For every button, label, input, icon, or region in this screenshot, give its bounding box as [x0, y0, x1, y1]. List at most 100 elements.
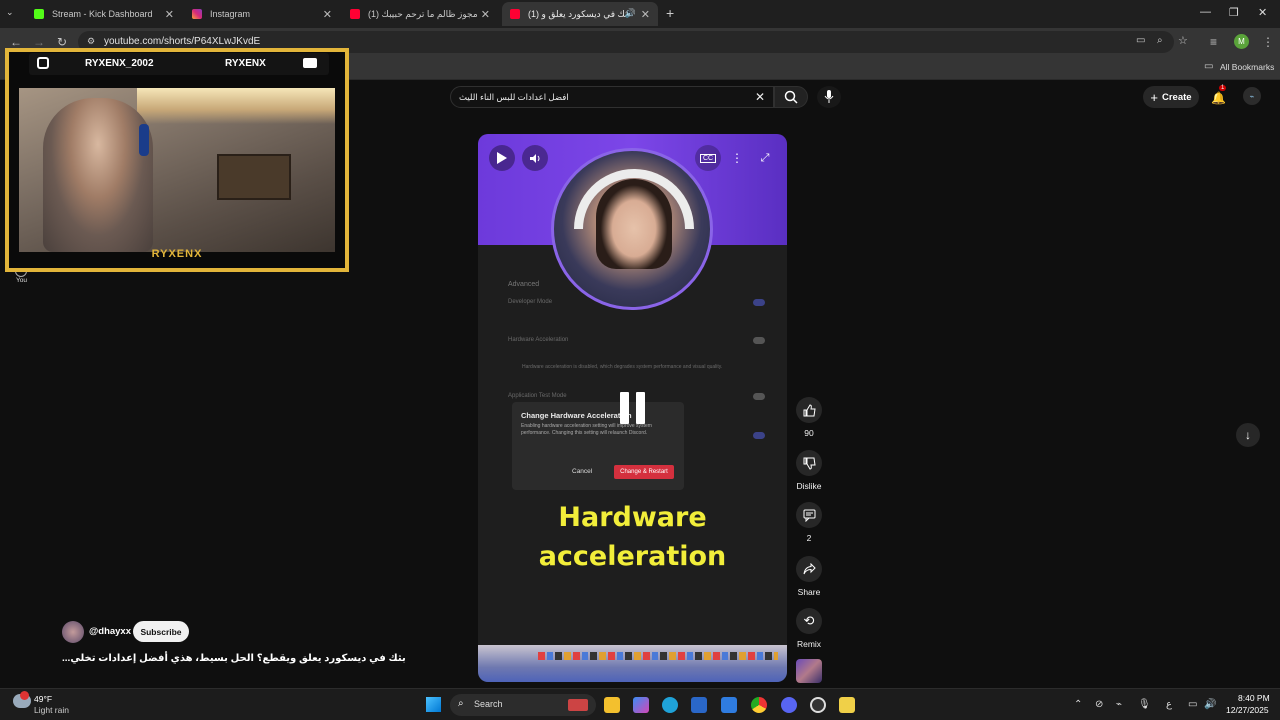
new-tab-button[interactable]: +	[666, 5, 674, 21]
back-icon[interactable]: ←	[10, 35, 22, 49]
tray-mic-icon[interactable]: 🎙	[1138, 699, 1151, 710]
cast-icon[interactable]: ▭	[1136, 35, 1145, 46]
comments-button[interactable]	[796, 502, 822, 528]
webcam-overlay: RYXENX_2002 RYXENX RYXENX	[5, 48, 349, 272]
tab-instagram[interactable]: Instagram ✕	[184, 2, 340, 26]
remix-icon: ⟲	[803, 613, 815, 628]
volume-button[interactable]	[522, 145, 548, 171]
notifications-button[interactable]: 🔔 1	[1211, 85, 1227, 107]
more-options-button[interactable]: ⋮	[724, 145, 750, 171]
account-avatar[interactable]: ⌁	[1243, 87, 1261, 105]
minimize-button[interactable]: —	[1200, 6, 1211, 18]
file-explorer-icon[interactable]	[604, 697, 620, 713]
youtube-icon	[303, 58, 317, 68]
network-icon[interactable]: ▭	[1188, 699, 1197, 710]
folder-icon: ▭	[1204, 61, 1214, 72]
share-button[interactable]	[796, 556, 822, 582]
close-window-button[interactable]: ✕	[1258, 6, 1267, 19]
tab-kick-dashboard[interactable]: Stream - Kick Dashboard ✕	[26, 2, 182, 26]
language-indicator[interactable]: ع	[1166, 699, 1172, 710]
taskbar-search[interactable]: ⌕ Search	[450, 694, 596, 716]
thumbs-down-icon	[803, 457, 816, 470]
search-input[interactable]: افضل اعدادات للبس الناء الليث ✕	[450, 86, 774, 108]
microphone-icon	[824, 90, 834, 103]
dislike-action[interactable]: Dislike	[796, 450, 822, 491]
kick-icon	[34, 9, 44, 19]
close-tab-icon[interactable]: ✕	[481, 8, 490, 21]
next-video-button[interactable]: ↓	[1236, 423, 1260, 447]
play-icon	[497, 152, 507, 164]
speaker-icon[interactable]: 🔊	[1204, 699, 1216, 710]
menu-icon[interactable]: ⋮	[1262, 35, 1274, 49]
instagram-icon	[37, 57, 49, 69]
restore-button[interactable]: ❐	[1229, 6, 1239, 19]
toggle-switch	[753, 299, 765, 306]
create-button[interactable]: + Create	[1143, 86, 1199, 108]
mail-icon[interactable]	[721, 697, 737, 713]
comments-action[interactable]: 2	[796, 502, 822, 543]
tab-youtube-short[interactable]: (1) بثك في ديسكورد يعلق و... 🔊 ✕	[502, 2, 658, 26]
webcam-video	[19, 88, 335, 252]
weather-badge	[20, 691, 29, 700]
dislike-button[interactable]	[796, 450, 822, 476]
tray-overflow-icon[interactable]: ⌃	[1074, 699, 1082, 710]
more-vertical-icon: ⋮	[731, 151, 743, 165]
search-icon: ⌕	[458, 698, 464, 709]
short-video-player[interactable]: Advanced Developer Mode Hardware Acceler…	[478, 134, 787, 682]
search-query-text: افضل اعدادات للبس الناء الليث	[459, 92, 569, 102]
sidebar-item-you[interactable]: You	[16, 277, 27, 284]
profile-avatar[interactable]: M	[1234, 34, 1249, 49]
toggle-switch	[753, 393, 765, 400]
channel-avatar[interactable]	[62, 621, 84, 643]
video-title[interactable]: بثك في ديسكورد يعلق ويقطع؟ الحل بسيط، هذ…	[62, 653, 406, 664]
weather-temp[interactable]: 49°F	[34, 694, 52, 704]
audio-playing-icon[interactable]: 🔊	[625, 8, 636, 19]
fullscreen-button[interactable]: ⤢	[752, 145, 778, 171]
discord-icon[interactable]	[781, 697, 797, 713]
zoom-icon[interactable]: ⌕	[1157, 35, 1163, 46]
video-caption: Hardware acceleration	[538, 502, 727, 572]
close-tab-icon[interactable]: ✕	[641, 8, 650, 21]
clock-date[interactable]: 12/27/2025	[1226, 705, 1269, 715]
tray-nvidia-icon[interactable]: ⌁	[1116, 699, 1122, 710]
extensions-icon[interactable]: ≡	[1210, 35, 1217, 49]
edge-icon[interactable]	[662, 697, 678, 713]
arrow-down-icon: ↓	[1245, 428, 1251, 442]
tab-search-dropdown[interactable]: ⌄	[6, 7, 14, 18]
subscribe-button[interactable]: Subscribe	[133, 621, 189, 642]
share-action[interactable]: Share	[796, 556, 822, 597]
remix-button[interactable]: ⟲	[796, 608, 822, 634]
copilot-icon[interactable]	[633, 697, 649, 713]
tray-app-icon[interactable]: ⊘	[1095, 699, 1103, 710]
site-info-icon[interactable]: ⚙	[87, 36, 95, 47]
play-button[interactable]	[489, 145, 515, 171]
store-icon[interactable]	[691, 697, 707, 713]
video-inner-taskbar	[478, 645, 787, 682]
voice-search-button[interactable]	[817, 86, 841, 108]
like-button[interactable]	[796, 397, 822, 423]
weather-desc[interactable]: Light rain	[34, 705, 69, 715]
all-bookmarks[interactable]: All Bookmarks	[1220, 62, 1274, 72]
remix-action[interactable]: ⟲ Remix	[796, 608, 822, 649]
chrome-icon[interactable]	[751, 697, 767, 713]
close-tab-icon[interactable]: ✕	[323, 8, 332, 21]
reload-icon[interactable]: ↻	[57, 35, 67, 49]
forward-icon[interactable]: →	[33, 35, 45, 49]
clear-search-icon[interactable]: ✕	[755, 90, 765, 104]
tab-youtube-song[interactable]: (1) مجوز ظالم ما ترحم حبيبك / ... ✕	[342, 2, 498, 26]
search-highlight-image	[568, 699, 588, 711]
app-icon[interactable]	[839, 697, 855, 713]
like-action[interactable]: 90	[796, 397, 822, 438]
obs-icon[interactable]	[810, 697, 826, 713]
captions-button[interactable]: CC	[695, 145, 721, 171]
browser-tab-bar: ⌄ Stream - Kick Dashboard ✕ Instagram ✕ …	[0, 0, 1280, 28]
close-tab-icon[interactable]: ✕	[165, 8, 174, 21]
creator-hair	[596, 179, 672, 269]
channel-handle[interactable]: @dhayxx	[89, 626, 131, 637]
start-button[interactable]	[426, 697, 441, 712]
search-button[interactable]	[774, 86, 808, 108]
clock-time[interactable]: 8:40 PM	[1238, 693, 1270, 703]
sound-thumbnail[interactable]	[796, 659, 822, 683]
bookmark-star-icon[interactable]: ☆	[1178, 34, 1188, 47]
dialog-confirm-button: Change & Restart	[614, 465, 674, 479]
